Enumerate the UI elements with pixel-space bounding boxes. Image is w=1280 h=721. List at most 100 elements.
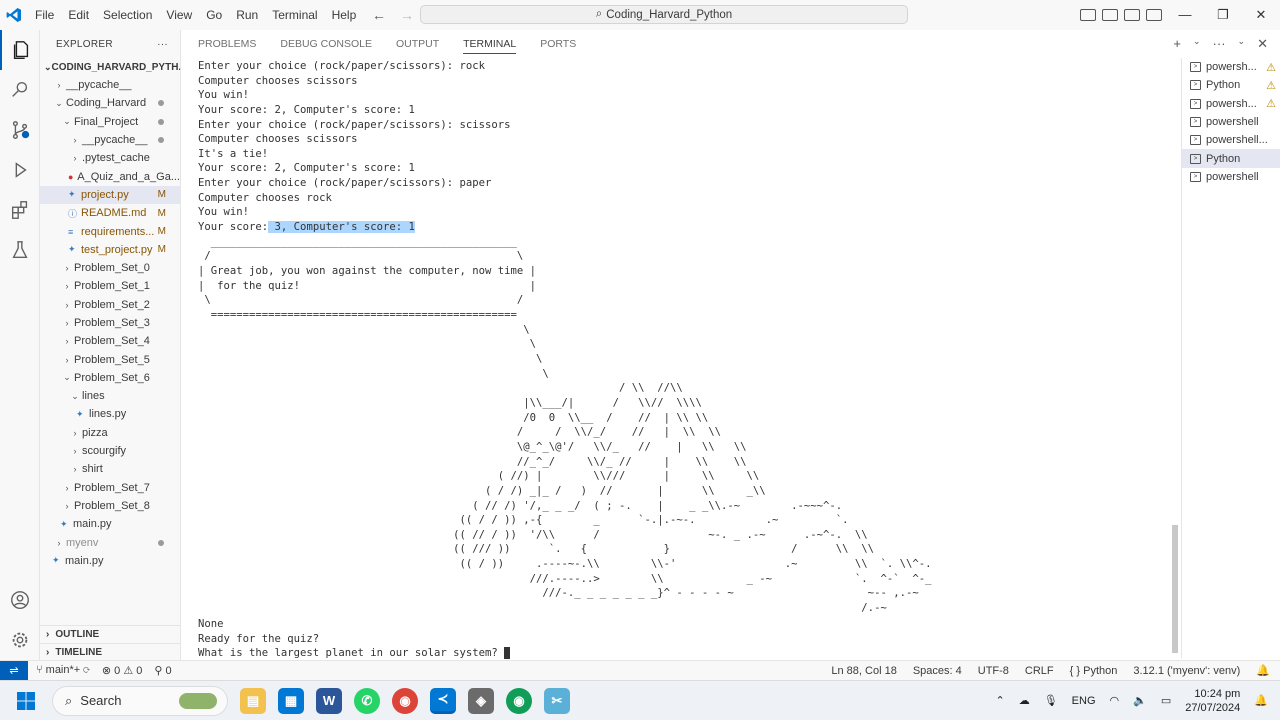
folder-item[interactable]: › Problem_Set_7 (40, 479, 180, 497)
folder-item[interactable]: › Problem_Set_0 (40, 259, 180, 277)
menu-item-help[interactable]: Help (325, 0, 364, 30)
menu-item-selection[interactable]: Selection (96, 0, 159, 30)
terminal-output[interactable]: Enter your choice (rock/paper/scissors):… (198, 59, 1173, 660)
tab-debug-console[interactable]: DEBUG CONSOLE (280, 38, 372, 50)
menu-item-run[interactable]: Run (229, 0, 265, 30)
taskbar-search[interactable]: ⌕ Search (52, 685, 228, 716)
tray-chevron-icon[interactable]: ⌃ (995, 694, 1004, 707)
menu-item-go[interactable]: Go (199, 0, 229, 30)
language-mode[interactable]: { } Python (1070, 665, 1118, 677)
folder-item[interactable]: ⌄ Final_Project (40, 113, 180, 131)
file-item[interactable]: ✦ main.py (40, 552, 180, 570)
file-item[interactable]: ✦ project.py M (40, 185, 180, 205)
folder-item[interactable]: › __pycache__ (40, 131, 180, 149)
folder-item[interactable]: › Problem_Set_3 (40, 314, 180, 332)
snipping-tool-icon[interactable]: ✂ (544, 687, 570, 714)
line-ending[interactable]: CRLF (1025, 665, 1054, 677)
account-icon[interactable] (0, 580, 40, 620)
indentation[interactable]: Spaces: 4 (913, 665, 962, 677)
more-actions-icon[interactable]: ··· (157, 39, 168, 50)
folder-item[interactable]: › shirt (40, 460, 180, 478)
folder-item[interactable]: › Problem_Set_2 (40, 296, 180, 314)
start-button[interactable] (6, 681, 46, 721)
dropdown-chevron-icon[interactable]: ⌄ (1193, 36, 1201, 52)
file-item[interactable]: ≡ requirements... M (40, 222, 180, 240)
folder-item[interactable]: › pizza (40, 424, 180, 442)
word-icon[interactable]: W (316, 687, 342, 714)
battery-icon[interactable]: ▭ (1161, 694, 1171, 707)
volume-icon[interactable]: 🔈 (1133, 694, 1147, 707)
folder-item[interactable]: › .pytest_cache (40, 149, 180, 167)
outline-section[interactable]: › OUTLINE (40, 625, 180, 643)
encoding[interactable]: UTF-8 (978, 665, 1009, 677)
whatsapp-icon[interactable]: ✆ (354, 687, 380, 714)
tab-ports[interactable]: PORTS (540, 38, 576, 50)
folder-item[interactable]: ⌄ Coding_Harvard (40, 94, 180, 112)
new-terminal-icon[interactable]: + (1173, 36, 1181, 52)
notifications-bell-icon[interactable]: 🔔 (1256, 664, 1270, 677)
microphone-icon[interactable]: 🎙 (1044, 694, 1058, 707)
terminal-scrollbar[interactable] (1172, 525, 1178, 653)
extensions-icon[interactable] (0, 190, 40, 230)
folder-item[interactable]: › Problem_Set_8 (40, 497, 180, 515)
tab-output[interactable]: OUTPUT (396, 38, 439, 50)
testing-icon[interactable] (0, 230, 40, 270)
terminal-instance[interactable]: > powershell (1182, 113, 1280, 131)
maximize-button[interactable]: ❐ (1204, 0, 1242, 30)
folder-item[interactable]: › Problem_Set_1 (40, 277, 180, 295)
toggle-panel-icon[interactable] (1102, 9, 1118, 21)
menu-item-terminal[interactable]: Terminal (265, 0, 324, 30)
close-panel-icon[interactable]: ✕ (1257, 36, 1268, 52)
cursor-position[interactable]: Ln 88, Col 18 (831, 665, 896, 677)
search-icon[interactable] (0, 70, 40, 110)
clock[interactable]: 10:24 pm 27/07/2024 (1185, 687, 1240, 715)
folder-item[interactable]: › Problem_Set_4 (40, 332, 180, 350)
python-interpreter[interactable]: 3.12.1 ('myenv': venv) (1133, 665, 1240, 677)
close-window-button[interactable]: ✕ (1242, 0, 1280, 30)
collapse-panel-icon[interactable]: ⌄ (1238, 36, 1246, 52)
terminal-instance[interactable]: > powershell (1182, 168, 1280, 186)
store-icon[interactable]: ▦ (278, 687, 304, 714)
settings-gear-icon[interactable] (0, 620, 40, 660)
file-item[interactable]: ✦ main.py (40, 515, 180, 533)
onedrive-icon[interactable]: ☁ (1019, 694, 1030, 707)
problems-indicator[interactable]: ⊗ 0 ⚠ 0 (102, 664, 143, 677)
menu-item-file[interactable]: File (28, 0, 61, 30)
terminal-instance[interactable]: > powersh... ⚠ (1182, 58, 1280, 76)
wifi-icon[interactable]: ◠ (1110, 694, 1120, 707)
source-control-icon[interactable] (0, 110, 40, 150)
workspace-root[interactable]: ⌄ CODING_HARVARD_PYTH... (40, 58, 180, 76)
branch-indicator[interactable]: ⑂ main*+ ⟳ (36, 664, 90, 677)
explorer-icon[interactable] (0, 30, 40, 70)
tab-terminal[interactable]: TERMINAL (463, 38, 517, 54)
file-item[interactable]: ✦ test_project.py M (40, 241, 180, 259)
app-icon[interactable]: ◈ (468, 687, 494, 714)
folder-item[interactable]: › Problem_Set_5 (40, 350, 180, 368)
more-actions-icon[interactable]: ··· (1213, 36, 1226, 52)
customize-layout-icon[interactable] (1146, 9, 1162, 21)
folder-item[interactable]: › __pycache__ (40, 76, 180, 94)
vscode-taskbar-icon[interactable]: ≺ (430, 687, 456, 714)
menu-item-view[interactable]: View (159, 0, 199, 30)
terminal-instance[interactable]: > Python (1182, 149, 1280, 168)
notifications-icon[interactable]: 🔔 (1254, 694, 1268, 707)
chrome-profile-icon[interactable]: ◉ (506, 687, 532, 714)
command-center-search[interactable]: ⌕ Coding_Harvard_Python (420, 5, 908, 24)
toggle-primary-sidebar-icon[interactable] (1080, 9, 1096, 21)
chrome-icon[interactable]: ◉ (392, 687, 418, 714)
run-debug-icon[interactable] (0, 150, 40, 190)
file-explorer-icon[interactable]: ▤ (240, 687, 266, 714)
terminal-instance[interactable]: > Python ⚠ (1182, 76, 1280, 94)
timeline-section[interactable]: › TIMELINE (40, 643, 180, 660)
menu-item-edit[interactable]: Edit (61, 0, 96, 30)
folder-item[interactable]: › myenv (40, 533, 180, 551)
language-indicator[interactable]: ENG (1072, 695, 1096, 707)
forward-arrow-icon[interactable]: → (400, 7, 414, 23)
terminal-instance[interactable]: > powershell... (1182, 131, 1280, 149)
folder-item[interactable]: ⌄ Problem_Set_6 (40, 369, 180, 387)
remote-indicator-icon[interactable]: ⇌ (0, 660, 28, 681)
tab-problems[interactable]: PROBLEMS (198, 38, 256, 50)
back-arrow-icon[interactable]: ← (372, 7, 386, 23)
minimize-button[interactable]: — (1166, 0, 1204, 30)
folder-item[interactable]: ⌄ lines (40, 387, 180, 405)
